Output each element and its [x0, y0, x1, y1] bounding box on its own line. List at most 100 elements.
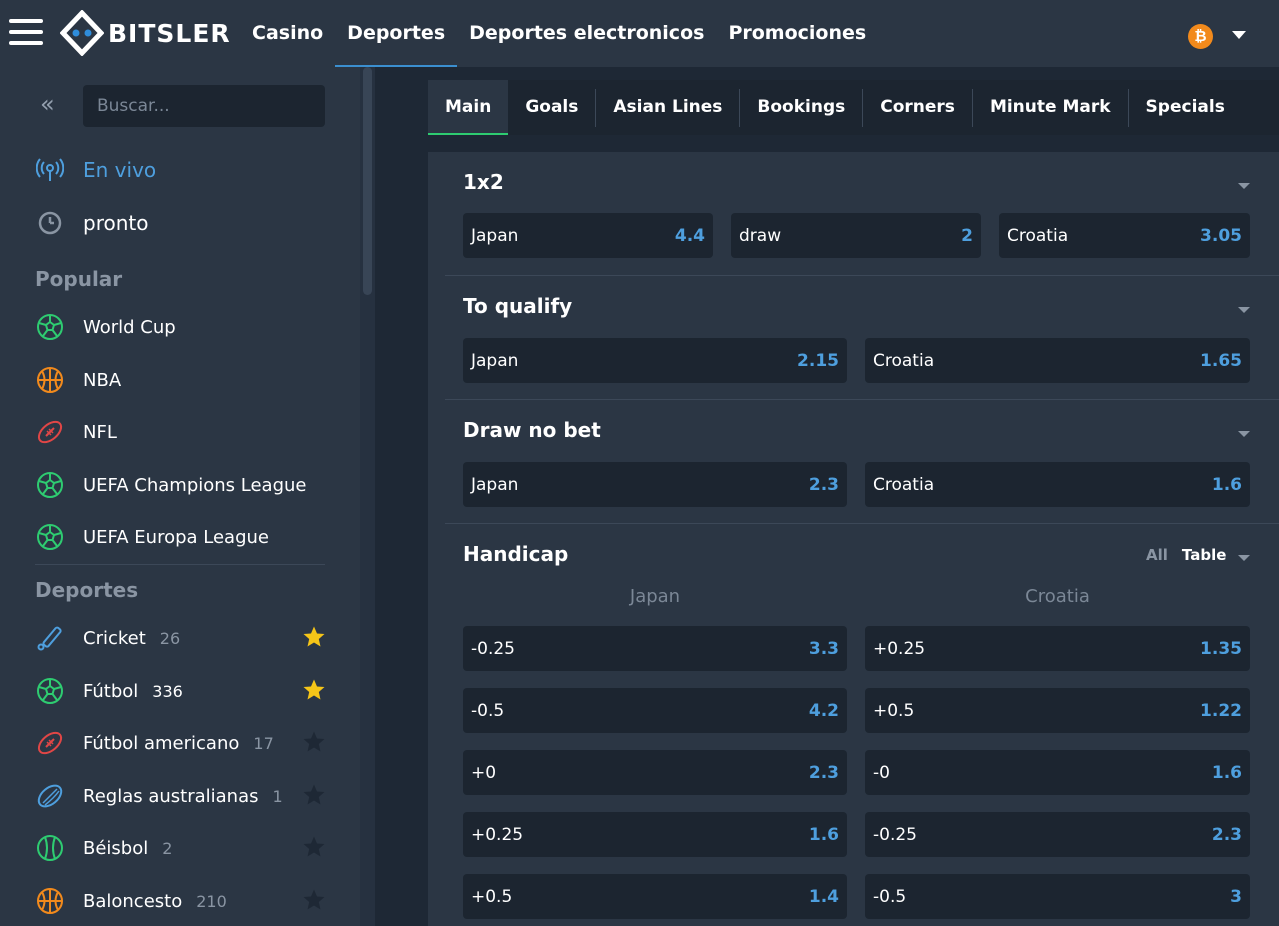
sidebar-scrollbar[interactable] — [360, 67, 375, 926]
popular-heading: Popular — [35, 267, 123, 291]
sidebar-item-label: Cricket — [83, 627, 146, 649]
tab-corners[interactable]: Corners — [863, 80, 972, 135]
sidebar-item-baloncesto[interactable]: Baloncesto 210 — [35, 886, 227, 916]
handicap-line: -0.5 — [471, 700, 505, 721]
event-count: 1 — [272, 786, 283, 806]
tab-asian-lines[interactable]: Asian Lines — [596, 80, 739, 135]
chevron-down-icon[interactable] — [1238, 307, 1250, 313]
handicap-line: -0.5 — [873, 886, 907, 907]
event-count: 26 — [159, 628, 181, 648]
tab-main[interactable]: Main — [428, 80, 509, 135]
search-input[interactable] — [83, 85, 325, 127]
chevron-down-icon[interactable] — [1232, 31, 1246, 39]
odds-button[interactable]: +0.25 1.6 — [463, 812, 847, 857]
markets-panel: 1x2 Japan 4.4 draw 2 Croatia 3.05 To qua… — [428, 152, 1279, 926]
basketball-icon — [35, 886, 65, 916]
outcome-odds: 2.3 — [808, 762, 839, 783]
favorite-star-icon[interactable] — [302, 730, 326, 754]
odds-button[interactable]: -0.5 3 — [865, 874, 1250, 919]
sidebar-item-label: Fútbol — [83, 680, 139, 702]
favorite-star-icon[interactable] — [302, 835, 326, 859]
handicap-line: -0 — [873, 762, 890, 783]
sidebar-item-live[interactable]: En vivo — [35, 155, 156, 185]
favorite-star-icon[interactable] — [302, 783, 326, 807]
sidebar-item-nba[interactable]: NBA — [35, 365, 121, 395]
bitcoin-icon[interactable]: ₿ — [1188, 24, 1213, 49]
odds-button[interactable]: Croatia 1.6 — [865, 462, 1250, 507]
sidebar-item-nfl[interactable]: NFL — [35, 417, 117, 447]
sidebar-item-beisbol[interactable]: Béisbol 2 — [35, 833, 172, 863]
handicap-line: -0.25 — [471, 638, 515, 659]
outcome-odds: 2.15 — [797, 350, 839, 371]
odds-button[interactable]: Japan 4.4 — [463, 213, 713, 258]
market-title[interactable]: Draw no bet — [463, 418, 601, 442]
brand-logo[interactable]: BITSLER — [60, 10, 231, 56]
chevron-down-icon[interactable] — [1238, 431, 1250, 437]
tab-goals[interactable]: Goals — [508, 80, 595, 135]
column-header: Japan — [629, 586, 681, 607]
favorite-star-icon[interactable] — [302, 678, 326, 702]
event-count: 210 — [196, 891, 227, 911]
view-all-button[interactable]: All — [1146, 546, 1168, 564]
tab-bookings[interactable]: Bookings — [740, 80, 862, 135]
handicap-line: -0.25 — [873, 824, 917, 845]
odds-button[interactable]: Japan 2.3 — [463, 462, 847, 507]
odds-button[interactable]: -0.25 2.3 — [865, 812, 1250, 857]
sidebar: « En vivo pronto Popular World Cup NBA N… — [0, 67, 375, 926]
soccer-ball-icon — [35, 676, 65, 706]
sidebar-item-ucl[interactable]: UEFA Champions League — [35, 470, 307, 500]
market-title[interactable]: Handicap — [463, 542, 568, 566]
aussie-rules-icon — [35, 781, 65, 811]
odds-button[interactable]: +0.5 1.22 — [865, 688, 1250, 733]
odds-button[interactable]: Croatia 3.05 — [999, 213, 1250, 258]
odds-button[interactable]: +0.5 1.4 — [463, 874, 847, 919]
outcome-name: Croatia — [873, 350, 935, 371]
sidebar-item-futbol-americano[interactable]: Fútbol americano 17 — [35, 728, 274, 758]
outcome-odds: 1.35 — [1200, 638, 1242, 659]
sidebar-item-futbol[interactable]: Fútbol 336 — [35, 676, 183, 706]
baseball-icon — [35, 833, 65, 863]
outcome-odds: 1.6 — [1211, 762, 1242, 783]
top-navigation: Casino Deportes Deportes electronicos Pr… — [240, 0, 878, 67]
odds-button[interactable]: +0.25 1.35 — [865, 626, 1250, 671]
outcome-odds: 4.2 — [808, 700, 839, 721]
market-title[interactable]: To qualify — [463, 294, 572, 318]
outcome-odds: 1.6 — [1211, 474, 1242, 495]
odds-button[interactable]: Japan 2.15 — [463, 338, 847, 383]
menu-icon[interactable] — [9, 19, 43, 47]
odds-button[interactable]: -0.25 3.3 — [463, 626, 847, 671]
chevron-down-icon[interactable] — [1238, 555, 1250, 561]
chevron-down-icon[interactable] — [1238, 183, 1250, 189]
odds-button[interactable]: -0.5 4.2 — [463, 688, 847, 733]
outcome-name: Japan — [471, 474, 519, 495]
favorite-star-icon[interactable] — [302, 625, 326, 649]
odds-button[interactable]: draw 2 — [731, 213, 981, 258]
scrollbar-thumb[interactable] — [363, 67, 372, 295]
divider — [35, 564, 325, 565]
favorite-star-icon[interactable] — [302, 888, 326, 912]
sidebar-item-uel[interactable]: UEFA Europa League — [35, 522, 269, 552]
odds-button[interactable]: Croatia 1.65 — [865, 338, 1250, 383]
top-bar: BITSLER Casino Deportes Deportes electro… — [0, 0, 1279, 67]
handicap-line: +0.25 — [471, 824, 524, 845]
sidebar-item-label: Fútbol americano — [83, 732, 240, 754]
event-count: 2 — [162, 838, 173, 858]
nav-deportes[interactable]: Deportes — [335, 0, 458, 67]
collapse-sidebar-icon[interactable]: « — [40, 90, 55, 118]
tab-minute-mark[interactable]: Minute Mark — [973, 80, 1128, 135]
sidebar-item-cricket[interactable]: Cricket 26 — [35, 623, 180, 653]
market-title[interactable]: 1x2 — [463, 170, 504, 194]
brand-name: BITSLER — [108, 18, 231, 48]
odds-button[interactable]: -0 1.6 — [865, 750, 1250, 795]
nav-deportes-electronicos[interactable]: Deportes electronicos — [457, 0, 716, 67]
divider — [445, 523, 1279, 524]
odds-button[interactable]: +0 2.3 — [463, 750, 847, 795]
sidebar-item-soon[interactable]: pronto — [35, 208, 148, 238]
column-header: Croatia — [1025, 586, 1090, 607]
nav-casino[interactable]: Casino — [240, 0, 335, 67]
sidebar-item-world-cup[interactable]: World Cup — [35, 312, 176, 342]
nav-promociones[interactable]: Promociones — [716, 0, 878, 67]
sidebar-item-reglas-australianas[interactable]: Reglas australianas 1 — [35, 781, 283, 811]
tab-specials[interactable]: Specials — [1129, 80, 1242, 135]
view-table-button[interactable]: Table — [1182, 546, 1226, 564]
